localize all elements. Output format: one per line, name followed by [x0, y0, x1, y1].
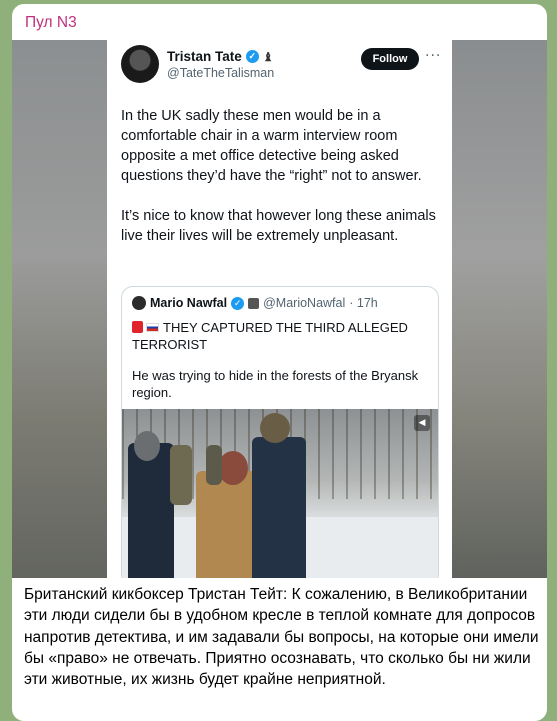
tweet-author: Tristan Tate ✓ ♝ @TateTheTalisman	[167, 49, 274, 80]
quoted-author-avatar	[132, 296, 146, 310]
more-options-icon: ···	[425, 48, 442, 64]
tweet-screenshot: Tristan Tate ✓ ♝ @TateTheTalisman Follow…	[107, 40, 452, 578]
mute-icon: ◀	[414, 415, 430, 431]
photo-blur-left	[12, 40, 107, 578]
quoted-headline: THEY CAPTURED THE THIRD ALLEGED TERRORIS…	[132, 319, 432, 353]
tweet-author-avatar	[121, 45, 159, 83]
person-figure	[260, 413, 290, 443]
affiliate-badge-icon	[248, 297, 260, 309]
tweet-author-name-row: Tristan Tate ✓ ♝	[167, 49, 274, 64]
person-figure	[206, 445, 222, 485]
tweet-text: In the UK sadly these men would be in a …	[121, 106, 443, 266]
person-figure	[170, 445, 192, 505]
photo-blur-right	[452, 40, 547, 578]
quoted-tweet-header: Mario Nawfal ✓ @MarioNawfal · 17h	[132, 296, 378, 310]
message-photo[interactable]: Tristan Tate ✓ ♝ @TateTheTalisman Follow…	[12, 40, 547, 578]
quoted-tweet: Mario Nawfal ✓ @MarioNawfal · 17h THEY C…	[121, 286, 439, 578]
verified-icon: ✓	[245, 50, 259, 63]
russia-flag-icon	[146, 323, 159, 332]
tweet-paragraph: It’s nice to know that however long thes…	[121, 208, 436, 244]
verified-icon: ✓	[231, 296, 245, 310]
person-figure	[134, 431, 160, 461]
quoted-photo: ◀	[122, 409, 438, 578]
quoted-author-handle: @MarioNawfal	[263, 296, 346, 310]
message-text: Британский кикбоксер Тристан Тейт: К сож…	[24, 586, 539, 689]
person-figure	[128, 443, 174, 578]
person-figure	[252, 437, 306, 578]
tweet-author-name: Tristan Tate	[167, 49, 242, 64]
follow-button: Follow	[361, 48, 419, 70]
quoted-tweet-time: · 17h	[349, 296, 378, 310]
tweet-author-handle: @TateTheTalisman	[167, 66, 275, 80]
message-bubble: Пул N3 Tristan Tate ✓ ♝ @TateTheTalisman…	[12, 4, 547, 721]
quoted-body: He was trying to hide in the forests of …	[132, 368, 419, 400]
channel-name[interactable]: Пул N3	[25, 14, 77, 32]
tweet-paragraph: In the UK sadly these men would be in a …	[121, 108, 422, 184]
quoted-headline-text: THEY CAPTURED THE THIRD ALLEGED TERRORIS…	[132, 320, 408, 352]
alert-icon	[132, 321, 143, 333]
quoted-author-name: Mario Nawfal	[150, 296, 228, 310]
chess-bishop-icon: ♝	[262, 49, 274, 64]
person-figure	[218, 451, 248, 485]
